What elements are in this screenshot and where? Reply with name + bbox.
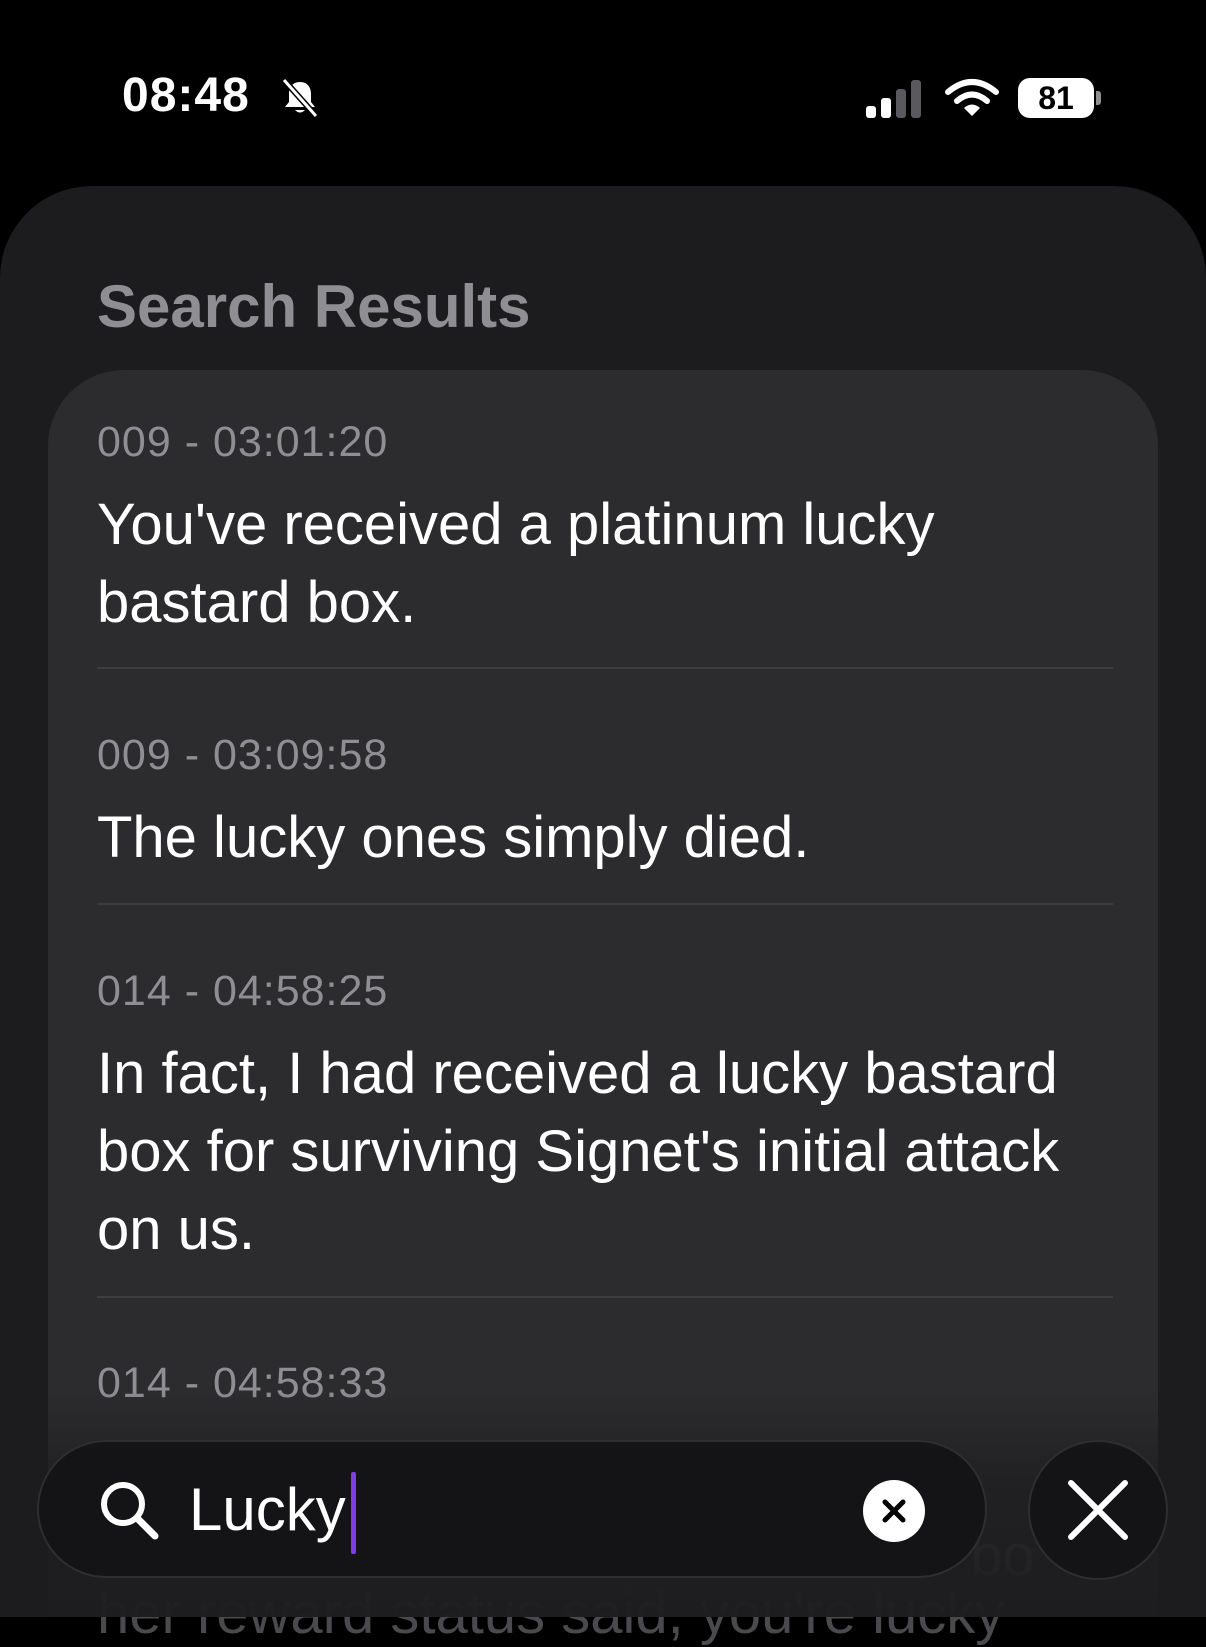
close-icon bbox=[1068, 1480, 1128, 1540]
bell-slash-icon bbox=[281, 78, 319, 118]
text-caret bbox=[351, 1472, 356, 1554]
status-time: 08:48 bbox=[122, 69, 250, 122]
result-item[interactable]: 009 - 03:01:20 You've received a platinu… bbox=[97, 416, 1113, 642]
divider bbox=[97, 1296, 1113, 1298]
battery-icon: 81 bbox=[1018, 78, 1102, 118]
result-item[interactable]: 009 - 03:09:58 The lucky ones simply die… bbox=[97, 729, 1113, 877]
close-button[interactable] bbox=[1028, 1440, 1168, 1580]
wifi-icon bbox=[945, 79, 999, 116]
battery-cap bbox=[1096, 91, 1101, 105]
result-item[interactable]: 014 - 04:58:25 In fact, I had received a… bbox=[97, 965, 1113, 1269]
cellular-signal-icon bbox=[866, 80, 921, 118]
divider bbox=[97, 667, 1113, 669]
clear-search-button[interactable] bbox=[863, 1480, 925, 1542]
status-bar: 08:48 81 bbox=[0, 0, 1206, 190]
clear-circle-icon bbox=[882, 1499, 906, 1523]
search-icon bbox=[101, 1482, 159, 1540]
page-title: Search Results bbox=[97, 273, 531, 340]
result-text: In fact, I had received a lucky bastard … bbox=[97, 1041, 1060, 1262]
result-timestamp: 009 - 03:01:20 bbox=[97, 418, 389, 466]
battery-level: 81 bbox=[1018, 78, 1094, 118]
result-timestamp: 009 - 03:09:58 bbox=[97, 731, 389, 779]
divider bbox=[97, 903, 1113, 905]
search-input[interactable] bbox=[189, 1470, 869, 1550]
search-bar[interactable] bbox=[37, 1440, 987, 1578]
result-text: The lucky ones simply died. bbox=[97, 805, 810, 870]
result-timestamp: 014 - 04:58:25 bbox=[97, 967, 389, 1015]
result-text: You've received a platinum lucky bastard… bbox=[97, 492, 935, 635]
